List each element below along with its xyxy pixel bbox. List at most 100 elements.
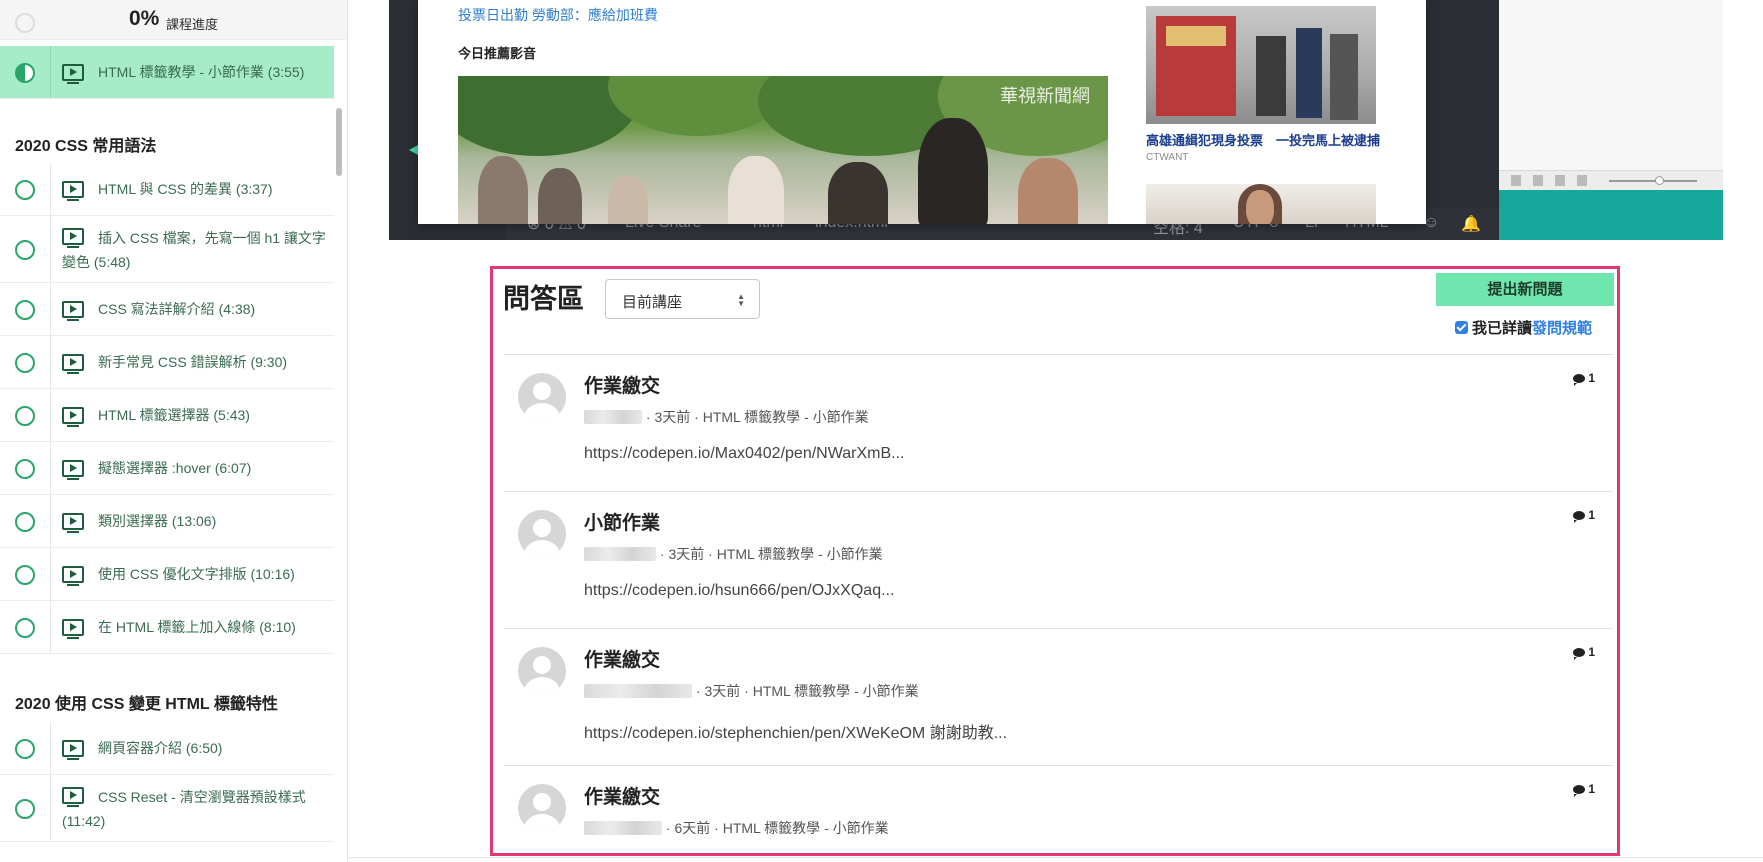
video-icon bbox=[62, 301, 84, 321]
lesson-item[interactable]: 使用 CSS 優化文字排版 (10:16) bbox=[0, 548, 334, 601]
reply-count-value: 1 bbox=[1588, 645, 1595, 659]
video-icon bbox=[62, 740, 84, 760]
question-meta: · 3天前 · HTML 標籤教學 - 小節作業 bbox=[584, 681, 919, 701]
news-side-image bbox=[1146, 6, 1376, 124]
agree-text: 我已詳讀 bbox=[1472, 320, 1533, 337]
progress-label: 課程進度 bbox=[166, 17, 219, 32]
video-icon bbox=[62, 181, 84, 201]
blurred-username bbox=[584, 410, 642, 424]
side-news-source: CTWANT bbox=[1146, 152, 1189, 163]
qa-section: 問答區 目前講座 ▲ ▼ 提出新問題 我已詳讀發問規範 作業繳交 · 3天前 · … bbox=[490, 266, 1620, 856]
lesson-title: HTML 與 CSS 的差異 (3:37) bbox=[98, 181, 273, 197]
sidebar-scrollbar[interactable] bbox=[336, 108, 342, 176]
incomplete-circle-icon[interactable] bbox=[15, 565, 35, 585]
course-progress: 0% 課程進度 bbox=[0, 0, 347, 40]
lesson-item[interactable]: 在 HTML 標籤上加入線條 (8:10) bbox=[0, 601, 334, 654]
question-item[interactable]: 作業繳交 · 3天前 · HTML 標籤教學 - 小節作業 https://co… bbox=[504, 628, 1613, 765]
incomplete-circle-icon[interactable] bbox=[15, 739, 35, 759]
lesson-item[interactable]: 網頁容器介紹 (6:50) bbox=[0, 722, 334, 775]
question-lesson: HTML 標籤教學 - 小節作業 bbox=[716, 546, 883, 562]
incomplete-circle-icon[interactable] bbox=[15, 512, 35, 532]
lesson-item[interactable]: HTML 標籤選擇器 (5:43) bbox=[0, 389, 334, 442]
qa-filter-value: 目前講座 bbox=[622, 294, 683, 311]
comment-icon bbox=[1573, 648, 1586, 660]
lesson-title: 網頁容器介紹 (6:50) bbox=[98, 740, 223, 756]
lesson-title: 插入 CSS 檔案，先寫一個 h1 讓文字變色 (5:48) bbox=[62, 230, 326, 270]
incomplete-circle-icon[interactable] bbox=[15, 799, 35, 819]
news-video-thumbnail: 華視新聞網 bbox=[458, 76, 1108, 224]
video-icon bbox=[62, 64, 84, 84]
reply-count-value: 1 bbox=[1588, 782, 1595, 796]
incomplete-circle-icon[interactable] bbox=[15, 406, 35, 426]
video-watermark: 華視新聞網 bbox=[1000, 86, 1090, 106]
lesson-item[interactable]: 類別選擇器 (13:06) bbox=[0, 495, 334, 548]
blurred-username bbox=[584, 821, 662, 835]
reply-count: 1 bbox=[1573, 508, 1595, 523]
question-meta: · 6天前 · HTML 標籤教學 - 小節作業 bbox=[584, 818, 889, 838]
video-icon bbox=[62, 460, 84, 480]
comment-icon bbox=[1573, 374, 1586, 386]
progress-circle-icon bbox=[15, 13, 35, 33]
blurred-username bbox=[584, 684, 692, 698]
question-body: https://codepen.io/Max0402/pen/NWarXmB..… bbox=[584, 445, 905, 462]
question-meta: · 3天前 · HTML 標籤教學 - 小節作業 bbox=[584, 407, 869, 427]
video-icon bbox=[62, 566, 84, 586]
question-item[interactable]: 小節作業 · 3天前 · HTML 標籤教學 - 小節作業 https://co… bbox=[504, 491, 1613, 628]
comment-icon bbox=[1573, 511, 1586, 523]
avatar bbox=[518, 373, 566, 421]
agree-checkbox[interactable] bbox=[1455, 321, 1468, 334]
incomplete-circle-icon[interactable] bbox=[15, 618, 35, 638]
question-lesson: HTML 標籤教學 - 小節作業 bbox=[722, 820, 889, 836]
rules-link[interactable]: 發問規範 bbox=[1532, 320, 1592, 337]
agree-rules: 我已詳讀發問規範 bbox=[1455, 317, 1592, 338]
incomplete-circle-icon[interactable] bbox=[15, 353, 35, 373]
lesson-title: 擬態選擇器 :hover (6:07) bbox=[98, 460, 252, 476]
question-item[interactable]: 作業繳交 · 6天前 · HTML 標籤教學 - 小節作業 1 bbox=[504, 765, 1613, 853]
toolbar-icons bbox=[1511, 175, 1591, 186]
avatar bbox=[518, 784, 566, 832]
reply-count-value: 1 bbox=[1588, 371, 1595, 385]
lesson-item[interactable]: HTML 與 CSS 的差異 (3:37) bbox=[0, 163, 334, 216]
question-title[interactable]: 作業繳交 bbox=[584, 645, 660, 672]
video-icon bbox=[62, 513, 84, 533]
progress-percent: 0% bbox=[129, 7, 160, 30]
reply-count: 1 bbox=[1573, 645, 1595, 660]
lesson-title: 在 HTML 標籤上加入線條 (8:10) bbox=[98, 619, 296, 635]
question-title[interactable]: 小節作業 bbox=[584, 508, 660, 535]
bell-icon: 🔔 bbox=[1461, 216, 1481, 233]
section-title: 2020 CSS 常用語法 bbox=[15, 138, 157, 155]
incomplete-circle-icon[interactable] bbox=[15, 300, 35, 320]
news-side-image-2 bbox=[1146, 184, 1376, 224]
question-title[interactable]: 作業繳交 bbox=[584, 782, 660, 809]
question-lesson: HTML 標籤教學 - 小節作業 bbox=[752, 683, 919, 699]
reply-count: 1 bbox=[1573, 782, 1595, 797]
incomplete-circle-icon[interactable] bbox=[15, 240, 35, 260]
qa-filter-select[interactable]: 目前講座 ▲ ▼ bbox=[605, 279, 760, 319]
reply-count-value: 1 bbox=[1588, 508, 1595, 522]
half-complete-circle-icon[interactable] bbox=[15, 63, 35, 83]
blurred-username bbox=[584, 547, 656, 561]
lesson-item[interactable]: 擬態選擇器 :hover (6:07) bbox=[0, 442, 334, 495]
ask-question-button[interactable]: 提出新問題 bbox=[1436, 273, 1614, 306]
lesson-title: HTML 標籤教學 - 小節作業 (3:55) bbox=[98, 64, 305, 80]
question-time: 3天前 bbox=[654, 409, 691, 425]
lesson-item[interactable]: 插入 CSS 檔案，先寫一個 h1 讓文字變色 (5:48) bbox=[0, 216, 334, 283]
section-title: 2020 使用 CSS 變更 HTML 標籤特性 bbox=[15, 696, 278, 713]
lesson-item[interactable]: CSS 寫法詳解介紹 (4:38) bbox=[0, 283, 334, 336]
lesson-item[interactable]: 新手常見 CSS 錯誤解析 (9:30) bbox=[0, 336, 334, 389]
lesson-title: HTML 標籤選擇器 (5:43) bbox=[98, 407, 250, 423]
lesson-item[interactable]: CSS Reset - 清空瀏覽器預設樣式 (11:42) bbox=[0, 775, 334, 842]
select-arrows-icon: ▲ ▼ bbox=[737, 292, 745, 308]
question-time: 3天前 bbox=[668, 546, 705, 562]
question-item[interactable]: 作業繳交 · 3天前 · HTML 標籤教學 - 小節作業 https://co… bbox=[504, 354, 1613, 491]
recommend-title: 今日推薦影音 bbox=[458, 46, 537, 61]
avatar bbox=[518, 647, 566, 695]
lesson-title: CSS 寫法詳解介紹 (4:38) bbox=[98, 301, 256, 317]
qa-title: 問答區 bbox=[503, 284, 584, 314]
question-title[interactable]: 作業繳交 bbox=[584, 371, 660, 398]
lesson-item-active[interactable]: HTML 標籤教學 - 小節作業 (3:55) bbox=[0, 46, 334, 99]
incomplete-circle-icon[interactable] bbox=[15, 459, 35, 479]
video-icon bbox=[62, 407, 84, 427]
incomplete-circle-icon[interactable] bbox=[15, 180, 35, 200]
lesson-title: 使用 CSS 優化文字排版 (10:16) bbox=[98, 566, 295, 582]
